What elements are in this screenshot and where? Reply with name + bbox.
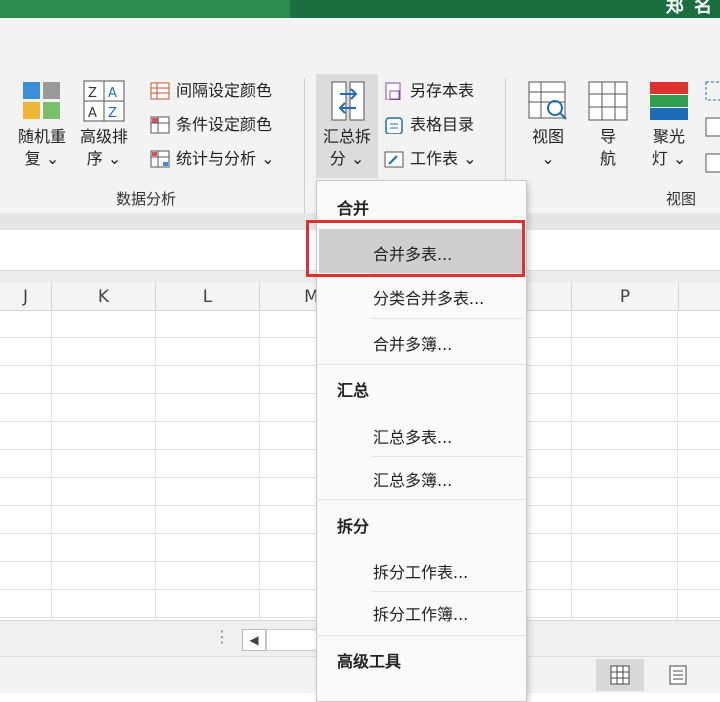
view-label-1: 视图 [531,127,564,146]
page-layout-view-icon[interactable] [668,665,688,685]
statistics-button[interactable]: 统计与分析 ⌄ [150,148,275,170]
truncated-tool-icons[interactable] [704,80,720,180]
menu-header-merge: 合并 [337,199,370,218]
summary-split-label-1: 汇总拆 [322,127,371,146]
navigation-grid-icon [588,81,628,121]
column-header-p[interactable]: P [572,283,679,310]
spotlight-button[interactable]: 聚光 灯 ⌄ [642,80,696,170]
view-button[interactable]: 视图 ⌄ [522,80,574,170]
random-rearrange-label-2: 复 ⌄ [24,149,60,168]
menu-item-merge-workbooks[interactable]: 合并多簿... [373,331,452,355]
advanced-sort-label-1: 高级排 [79,127,128,146]
split-handle-icon[interactable]: ⋮ [214,627,230,646]
group-label-view: 视图 [666,190,697,208]
column-header-l[interactable]: L [156,283,260,310]
ribbon-separator [304,78,305,218]
summary-split-label-2: 分 ⌄ [329,149,365,168]
navigation-button[interactable]: 导 航 [584,80,632,170]
statistics-icon [150,150,170,168]
menu-header-split: 拆分 [337,517,370,536]
worksheet-button[interactable]: 工作表 ⌄ [384,148,477,170]
save-sheet-icon [385,82,401,100]
column-header-j[interactable]: J [0,283,52,310]
svg-text:Z: Z [108,106,117,121]
view-grid-icon [528,81,567,120]
svg-text:A: A [108,86,117,101]
condition-color-label: 条件设定颜色 [176,115,273,134]
interval-color-button[interactable]: 间隔设定颜色 [150,80,272,102]
menu-item-summary-sheets[interactable]: 汇总多表... [373,424,452,448]
ribbon-tab-strip [0,0,290,18]
spotlight-icon [650,82,688,120]
svg-text:Z: Z [88,86,97,101]
statistics-label: 统计与分析 ⌄ [176,149,275,168]
spotlight-label-1: 聚光 [652,127,685,146]
advanced-sort-button[interactable]: Z A A Z 高级排 序 ⌄ [74,80,134,170]
menu-item-split-worksheet[interactable]: 拆分工作表... [373,559,468,583]
user-name[interactable]: 郑 名 [666,0,714,18]
menu-item-category-merge-sheets[interactable]: 分类合并多表... [373,285,484,309]
column-header-k[interactable]: K [52,283,156,310]
summary-split-button[interactable]: 汇总拆 分 ⌄ [316,80,378,170]
sheet-catalog-button[interactable]: 表格目录 [384,114,474,136]
view-label-2: ⌄ [541,149,555,168]
normal-view-icon[interactable] [610,665,630,685]
group-label-data-analysis: 数据分析 [116,190,177,208]
interval-color-label: 间隔设定颜色 [176,81,273,100]
menu-header-summary: 汇总 [337,381,370,400]
menu-item-split-workbook[interactable]: 拆分工作簿... [373,601,468,625]
worksheet-icon [384,151,404,168]
menu-header-advanced-tools: 高级工具 [337,652,402,671]
sheet-catalog-label: 表格目录 [410,115,475,134]
annotation-highlight-box [306,220,525,277]
navigation-label-1: 导 [599,127,616,146]
condition-color-button[interactable]: 条件设定颜色 [150,114,272,136]
random-rearrange-button[interactable]: 随机重 复 ⌄ [12,80,72,170]
random-rearrange-label-1: 随机重 [17,127,66,146]
navigation-label-2: 航 [599,149,616,168]
menu-item-summary-workbooks[interactable]: 汇总多簿... [373,467,452,491]
merge-split-icon [331,81,365,121]
condition-color-icon [150,116,170,134]
save-sheet-label: 另存本表 [410,81,475,100]
random-grid-icon [23,82,60,119]
scroll-left-arrow-icon[interactable]: ◀ [242,629,266,651]
title-bar: 郑 名 [0,0,720,18]
worksheet-label: 工作表 ⌄ [410,149,477,168]
advanced-sort-label-2: 序 ⌄ [86,149,122,168]
sort-az-icon: Z A A Z [83,80,125,122]
sheet-catalog-icon [385,117,403,134]
spotlight-label-2: 灯 ⌄ [651,149,687,168]
svg-text:A: A [88,106,97,121]
save-sheet-button[interactable]: 另存本表 [384,80,474,102]
interval-color-icon [150,82,170,100]
